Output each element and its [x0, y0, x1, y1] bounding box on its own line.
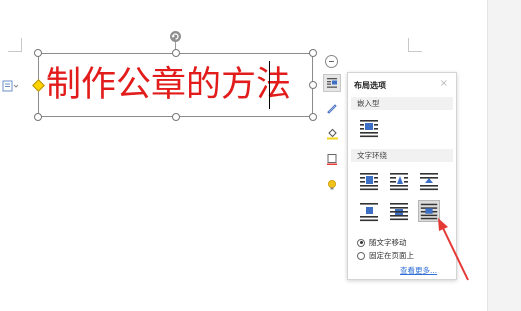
right-margin-area: [487, 0, 521, 311]
lightbulb-icon: [328, 180, 336, 190]
page-corner-mark: [8, 38, 22, 52]
collapse-toolbar-button[interactable]: [325, 55, 338, 68]
text-caret: [269, 61, 270, 109]
layout-options-icon: [327, 78, 337, 88]
fix-on-page-label: 固定在页面上: [369, 251, 414, 260]
resize-handle-top-left[interactable]: [34, 49, 42, 57]
close-icon[interactable]: ×: [440, 78, 448, 89]
resize-handle-bottom-right[interactable]: [309, 113, 317, 121]
effects-button[interactable]: [323, 176, 341, 194]
pen-icon: [327, 104, 337, 114]
move-with-text-option[interactable]: 随文字移动: [357, 237, 407, 248]
resize-handle-bottom[interactable]: [172, 113, 180, 121]
border-icon: [327, 154, 337, 165]
document-page: 制作公章的方法 布局选项 × 嵌入型 文字环绕 随文字移动 固定在页面上 查看更…: [0, 0, 487, 311]
fill-button[interactable]: [323, 124, 341, 142]
rotate-handle-icon[interactable]: [169, 30, 182, 43]
tight-wrap-icon[interactable]: [388, 170, 410, 192]
fix-on-page-option[interactable]: 固定在页面上: [357, 250, 414, 261]
page-corner-mark: [408, 38, 422, 52]
paragraph-anchor-icon[interactable]: [2, 79, 18, 93]
resize-handle-top-right[interactable]: [309, 49, 317, 57]
move-with-text-label: 随文字移动: [369, 238, 407, 247]
annotation-arrow-icon: [438, 218, 469, 281]
selected-text-box[interactable]: 制作公章的方法: [38, 53, 313, 117]
outline-button[interactable]: [323, 99, 341, 117]
fix-on-page-radio[interactable]: [357, 251, 365, 260]
border-button[interactable]: [323, 150, 341, 168]
resize-handle-right[interactable]: [309, 81, 317, 89]
panel-title: 布局选项: [354, 81, 386, 90]
inline-with-text-icon[interactable]: [358, 117, 380, 139]
top-bottom-wrap-icon[interactable]: [358, 200, 380, 222]
wrap-section-header: 文字环绕: [351, 149, 453, 162]
textbox-content[interactable]: 制作公章的方法: [46, 60, 291, 110]
square-wrap-icon[interactable]: [358, 170, 380, 192]
move-with-text-radio[interactable]: [357, 238, 365, 247]
layout-options-button[interactable]: [323, 74, 341, 92]
through-wrap-icon[interactable]: [418, 170, 440, 192]
behind-text-icon[interactable]: [388, 200, 410, 222]
resize-handle-bottom-left[interactable]: [34, 113, 42, 121]
resize-handle-top[interactable]: [172, 49, 180, 57]
fill-color-icon: [326, 128, 338, 139]
inline-section-header: 嵌入型: [351, 97, 453, 110]
